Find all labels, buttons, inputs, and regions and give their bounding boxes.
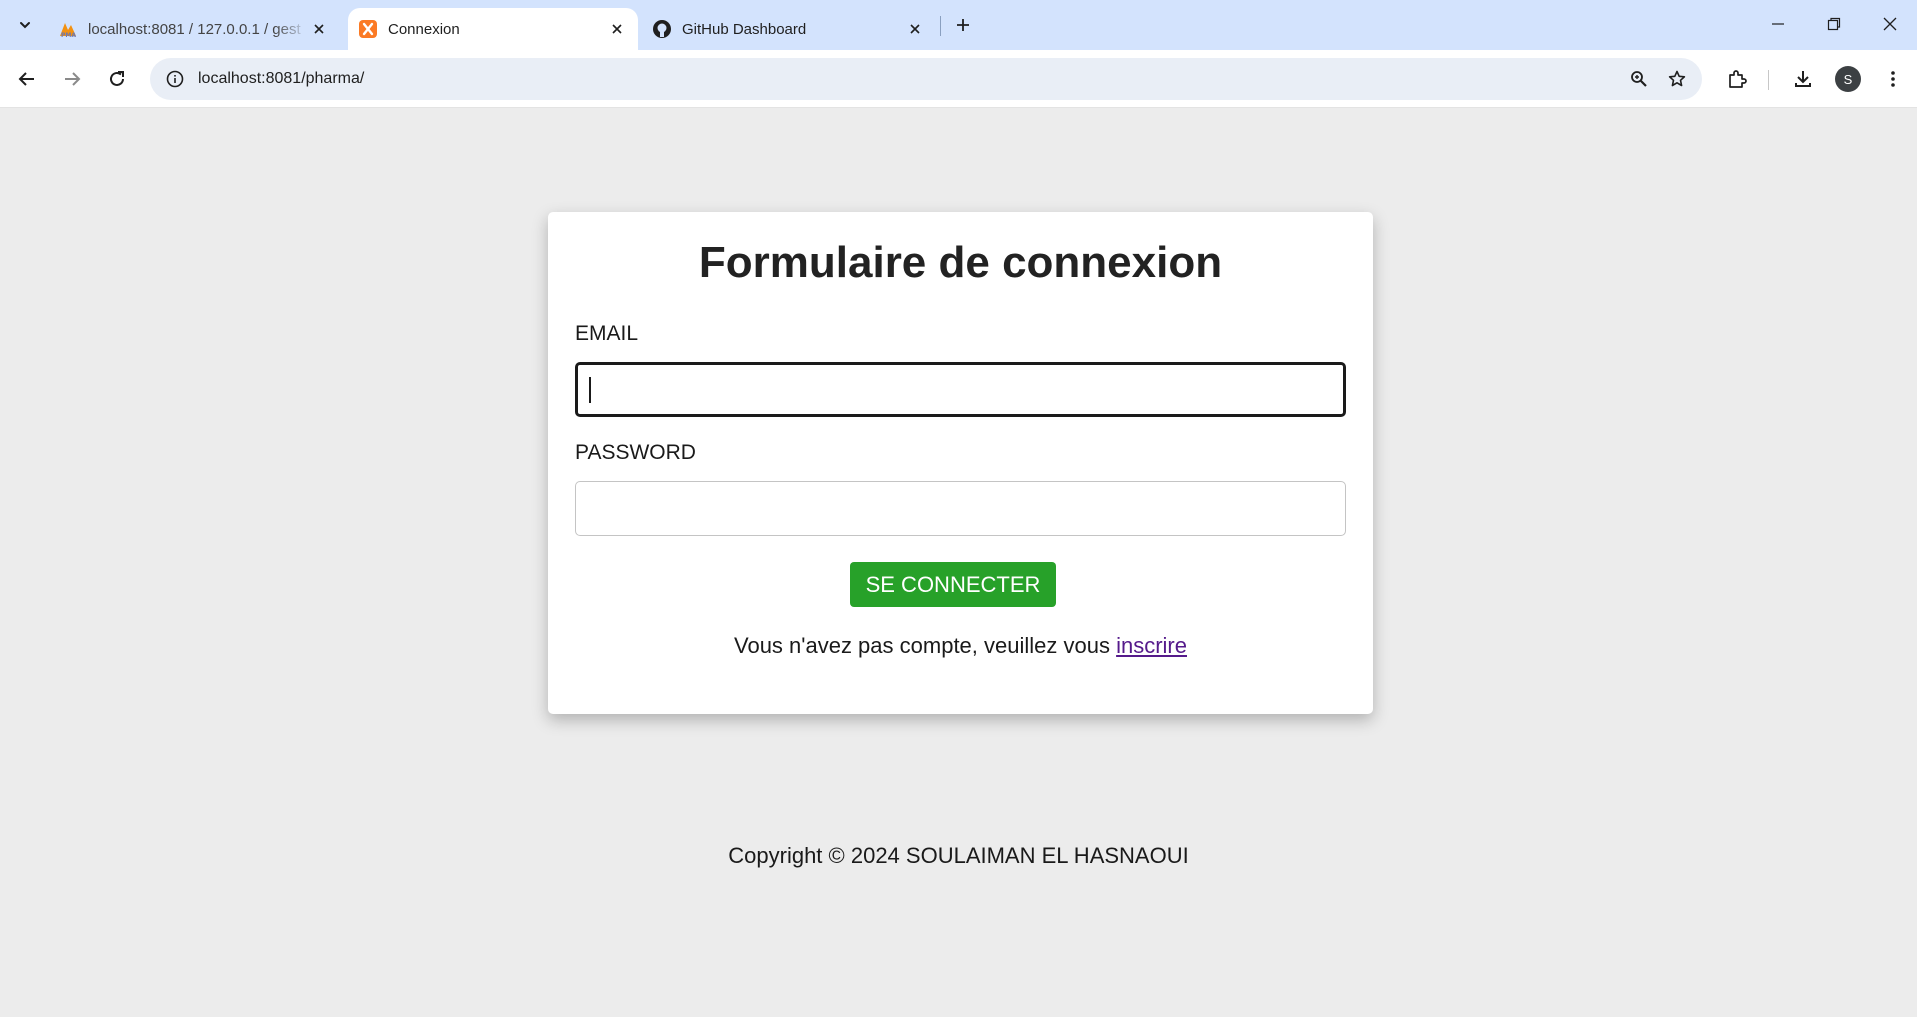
kebab-menu-icon — [1891, 71, 1895, 87]
minimize-button[interactable] — [1756, 6, 1800, 42]
close-window-button[interactable] — [1868, 6, 1912, 42]
reload-button[interactable] — [100, 62, 134, 96]
login-card: Formulaire de connexion EMAIL PASSWORD S… — [548, 212, 1373, 714]
download-icon — [1795, 71, 1811, 87]
browser-toolbar: localhost:8081/pharma/ S — [0, 50, 1917, 108]
bookmark-star-icon[interactable] — [1658, 60, 1696, 98]
signup-text: Vous n'avez pas compte, veuillez vous — [734, 633, 1110, 658]
tab-title: GitHub Dashboard — [682, 20, 807, 38]
minimize-icon — [1772, 23, 1784, 25]
tab-github-dashboard[interactable]: GitHub Dashboard — [652, 8, 936, 50]
password-field[interactable] — [575, 481, 1346, 536]
arrow-left-icon — [18, 72, 34, 86]
forward-button[interactable] — [55, 62, 89, 96]
tab-connexion[interactable]: Connexion — [348, 8, 638, 50]
puzzle-icon — [1729, 70, 1747, 88]
plus-icon — [957, 19, 969, 31]
copyright-footer: Copyright © 2024 SOULAIMAN EL HASNAOUI — [728, 843, 1189, 868]
xampp-icon — [358, 19, 378, 39]
restore-button[interactable] — [1812, 6, 1856, 42]
signup-link[interactable]: inscrire — [1116, 633, 1187, 658]
email-label: EMAIL — [575, 322, 639, 345]
profile-button[interactable]: S — [1831, 62, 1865, 96]
phpmyadmin-icon: PMA — [58, 19, 78, 39]
github-icon — [652, 19, 672, 39]
chevron-down-icon — [20, 22, 30, 29]
arrow-right-icon — [65, 72, 81, 86]
site-info-icon[interactable] — [154, 58, 196, 100]
back-button[interactable] — [10, 62, 44, 96]
close-icon[interactable] — [904, 18, 926, 40]
address-bar[interactable]: localhost:8081/pharma/ — [150, 58, 1702, 100]
menu-button[interactable] — [1876, 62, 1910, 96]
tab-title: localhost:8081 / 127.0.0.1 / gest — [88, 20, 301, 38]
zoom-icon[interactable] — [1620, 60, 1658, 98]
password-label: PASSWORD — [575, 441, 696, 464]
close-icon[interactable] — [308, 18, 330, 40]
toolbar-separator — [1768, 70, 1769, 90]
avatar: S — [1835, 66, 1861, 92]
login-button[interactable]: SE CONNECTER — [850, 562, 1056, 607]
extensions-button[interactable] — [1720, 62, 1754, 96]
url-text[interactable]: localhost:8081/pharma/ — [198, 70, 1620, 88]
tab-title: Connexion — [388, 20, 460, 38]
new-tab-button[interactable] — [948, 10, 978, 40]
tab-divider — [940, 16, 941, 36]
restore-icon — [1827, 17, 1841, 31]
email-field[interactable] — [575, 362, 1346, 417]
tab-phpmyadmin[interactable]: PMA localhost:8081 / 127.0.0.1 / gest — [58, 8, 340, 50]
close-icon[interactable] — [606, 18, 628, 40]
reload-icon — [110, 71, 124, 86]
text-caret — [589, 377, 591, 403]
svg-text:PMA: PMA — [61, 32, 76, 38]
signup-prompt: Vous n'avez pas compte, veuillez vous in… — [548, 633, 1373, 659]
page-title: Formulaire de connexion — [698, 238, 1223, 287]
downloads-button[interactable] — [1786, 62, 1820, 96]
tab-search-button[interactable] — [8, 8, 42, 42]
browser-tabstrip: PMA localhost:8081 / 127.0.0.1 / gest Co… — [0, 0, 1917, 50]
close-icon — [1883, 17, 1897, 31]
